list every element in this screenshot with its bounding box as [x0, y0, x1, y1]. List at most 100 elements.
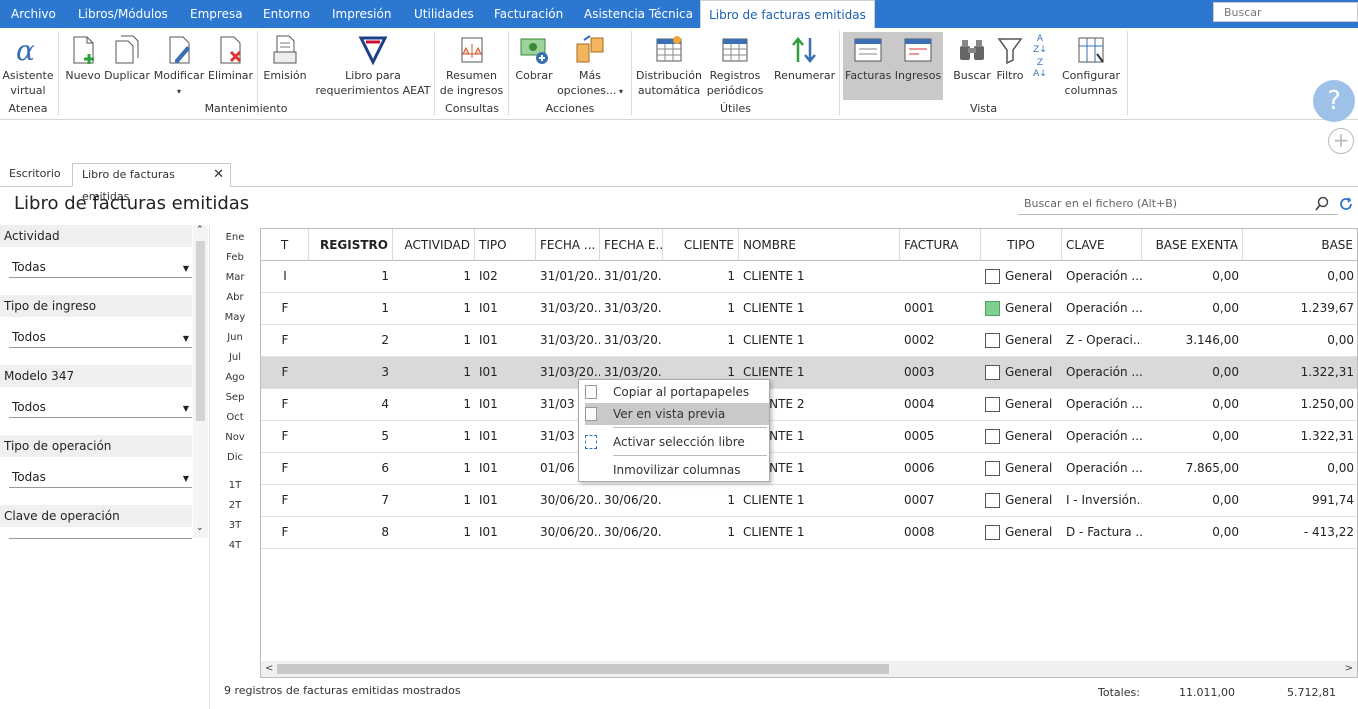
add-tab-button[interactable]: +: [1328, 128, 1354, 154]
row-checkbox[interactable]: [985, 301, 1000, 316]
modificar-button[interactable]: Modificar ▾: [153, 34, 205, 99]
menu-asistencia-tecnica[interactable]: Asistencia Técnica: [584, 0, 693, 28]
row-checkbox[interactable]: [985, 397, 1000, 412]
column-header[interactable]: T: [261, 229, 309, 261]
column-header[interactable]: REGISTRO: [309, 229, 393, 261]
buscar-button[interactable]: Buscar: [952, 34, 992, 83]
month-ago[interactable]: Ago: [220, 372, 250, 383]
refresh-icon[interactable]: [1339, 197, 1353, 211]
nuevo-button[interactable]: Nuevo: [64, 34, 102, 83]
menu-archivo[interactable]: Archivo: [11, 0, 56, 28]
filter-actividad-select[interactable]: Todas ▼: [9, 258, 192, 278]
row-checkbox[interactable]: [985, 429, 1000, 444]
sort-za-icon[interactable]: Z A↓: [1030, 58, 1050, 80]
cobrar-button[interactable]: Cobrar: [512, 34, 556, 83]
filter-clave-operacion-select[interactable]: [9, 527, 192, 539]
menu-libro-facturas-emitidas[interactable]: Libro de facturas emitidas: [700, 0, 875, 28]
column-header[interactable]: BASE EXENTA: [1142, 229, 1243, 261]
table-row[interactable]: F 8 1 I01 30/06/20... 30/06/20... 1 CLIENTE 1 00…: [261, 517, 1357, 549]
table-row[interactable]: F 7 1 I01 30/06/20... 30/06/20... 1 CLIENTE 1 00…: [261, 485, 1357, 517]
scrollbar-thumb[interactable]: [196, 241, 205, 421]
table-row[interactable]: F 6 1 I01 01/06 CLIENTE 1 0006 General Operación…: [261, 453, 1357, 485]
table-row[interactable]: I 1 1 I02 31/01/20... 31/01/20... 1 CLIENTE 1 Ge…: [261, 261, 1357, 293]
filter-tipo-ingreso-select[interactable]: Todos ▼: [9, 328, 192, 348]
emision-button[interactable]: Emisión: [262, 34, 308, 83]
menu-preview[interactable]: Ver en vista previa: [585, 403, 769, 425]
menu-empresa[interactable]: Empresa: [190, 0, 243, 28]
registros-periodicos-button[interactable]: Registros periódicos: [704, 34, 766, 98]
column-header[interactable]: FECHA E...: [600, 229, 663, 261]
configurar-columnas-button[interactable]: Configurar columnas: [1060, 34, 1122, 98]
column-header[interactable]: BASE: [1243, 229, 1357, 261]
menu-copy-clipboard[interactable]: Copiar al portapapeles: [579, 381, 769, 403]
table-row[interactable]: F 3 1 I01 31/03/20... 31/03/20... 1 CLIENTE 1 00…: [261, 357, 1357, 389]
menu-entorno[interactable]: Entorno: [263, 0, 310, 28]
scroll-left-icon[interactable]: <: [265, 661, 273, 677]
menu-facturacion[interactable]: Facturación: [494, 0, 563, 28]
distribucion-automatica-button[interactable]: Distribución automática: [636, 34, 702, 98]
mas-opciones-button[interactable]: Más opciones... ▾: [556, 34, 624, 99]
column-header[interactable]: ACTIVIDAD: [393, 229, 475, 261]
sort-az-icon[interactable]: A Z↓: [1030, 34, 1050, 56]
filter-tipo-operacion-select[interactable]: Todas ▼: [9, 468, 192, 488]
menu-impresion[interactable]: Impresión: [332, 0, 391, 28]
table-row[interactable]: F 2 1 I01 31/03/20... 31/03/20... 1 CLIENTE 1 00…: [261, 325, 1357, 357]
tab-escritorio[interactable]: Escritorio: [0, 163, 70, 187]
column-header[interactable]: TIPO: [981, 229, 1062, 261]
tab-libro-facturas[interactable]: Libro de facturas emitidas ✕: [72, 163, 231, 203]
horizontal-scrollbar[interactable]: < >: [261, 661, 1357, 677]
row-checkbox[interactable]: [985, 269, 1000, 284]
quarter-3t[interactable]: 3T: [220, 520, 250, 531]
menu-utilidades[interactable]: Utilidades: [414, 0, 474, 28]
libro-requerimientos-button[interactable]: Libro para requerimientos AEAT: [315, 34, 431, 98]
quarter-2t[interactable]: 2T: [220, 500, 250, 511]
month-feb[interactable]: Feb: [220, 252, 250, 263]
table-row[interactable]: F 5 1 I01 31/03 CLIENTE 1 0005 General Operación…: [261, 421, 1357, 453]
table-row[interactable]: F 1 1 I01 31/03/20... 31/03/20... 1 CLIENTE 1 00…: [261, 293, 1357, 325]
quarter-1t[interactable]: 1T: [220, 480, 250, 491]
month-jun[interactable]: Jun: [220, 332, 250, 343]
column-header[interactable]: FECHA ...: [536, 229, 600, 261]
month-may[interactable]: May: [220, 312, 250, 323]
facturas-view-button[interactable]: Facturas: [845, 34, 891, 83]
row-checkbox[interactable]: [985, 493, 1000, 508]
column-header[interactable]: CLIENTE: [663, 229, 739, 261]
column-header[interactable]: TIPO: [475, 229, 536, 261]
search-icon[interactable]: [1314, 196, 1330, 212]
menu-libros-modulos[interactable]: Libros/Módulos: [78, 0, 168, 28]
menu-freeze-columns[interactable]: Inmovilizar columnas: [579, 459, 769, 481]
top-search-input[interactable]: Buscar: [1213, 2, 1358, 22]
filtro-button[interactable]: Filtro: [994, 34, 1026, 83]
month-mar[interactable]: Mar: [220, 272, 250, 283]
month-sep[interactable]: Sep: [220, 392, 250, 403]
close-tab-icon[interactable]: ✕: [213, 164, 224, 186]
column-header[interactable]: FACTURA: [900, 229, 981, 261]
month-nov[interactable]: Nov: [220, 432, 250, 443]
month-dic[interactable]: Dic: [220, 452, 250, 463]
duplicar-button[interactable]: Duplicar: [103, 34, 151, 83]
help-button[interactable]: ?: [1313, 80, 1355, 122]
table-row[interactable]: F 4 1 I01 31/03 CLIENTE 2 0004 General Operación…: [261, 389, 1357, 421]
column-header[interactable]: CLAVE: [1062, 229, 1142, 261]
row-checkbox[interactable]: [985, 461, 1000, 476]
quarter-4t[interactable]: 4T: [220, 540, 250, 551]
column-header[interactable]: NOMBRE: [739, 229, 900, 261]
asistente-virtual-button[interactable]: α Asistente virtual: [2, 34, 54, 98]
month-abr[interactable]: Abr: [220, 292, 250, 303]
row-checkbox[interactable]: [985, 525, 1000, 540]
scroll-down-icon[interactable]: ⌄: [196, 523, 204, 533]
month-jul[interactable]: Jul: [220, 352, 250, 363]
renumerar-button[interactable]: Renumerar: [774, 34, 835, 83]
file-search-input[interactable]: Buscar en el fichero (Alt+B): [1018, 193, 1338, 215]
eliminar-button[interactable]: Eliminar: [208, 34, 253, 83]
month-oct[interactable]: Oct: [220, 412, 250, 423]
scroll-up-icon[interactable]: ⌃: [196, 225, 204, 235]
row-checkbox[interactable]: [985, 365, 1000, 380]
row-checkbox[interactable]: [985, 333, 1000, 348]
scrollbar-thumb[interactable]: [277, 664, 889, 674]
filter-modelo347-select[interactable]: Todos ▼: [9, 398, 192, 418]
scroll-right-icon[interactable]: >: [1345, 661, 1353, 677]
filter-panel-scrollbar[interactable]: ⌃ ⌄: [193, 225, 208, 538]
sort-buttons[interactable]: A Z↓ Z A↓: [1030, 34, 1050, 80]
resumen-ingresos-button[interactable]: Resumen de ingresos: [439, 34, 504, 98]
